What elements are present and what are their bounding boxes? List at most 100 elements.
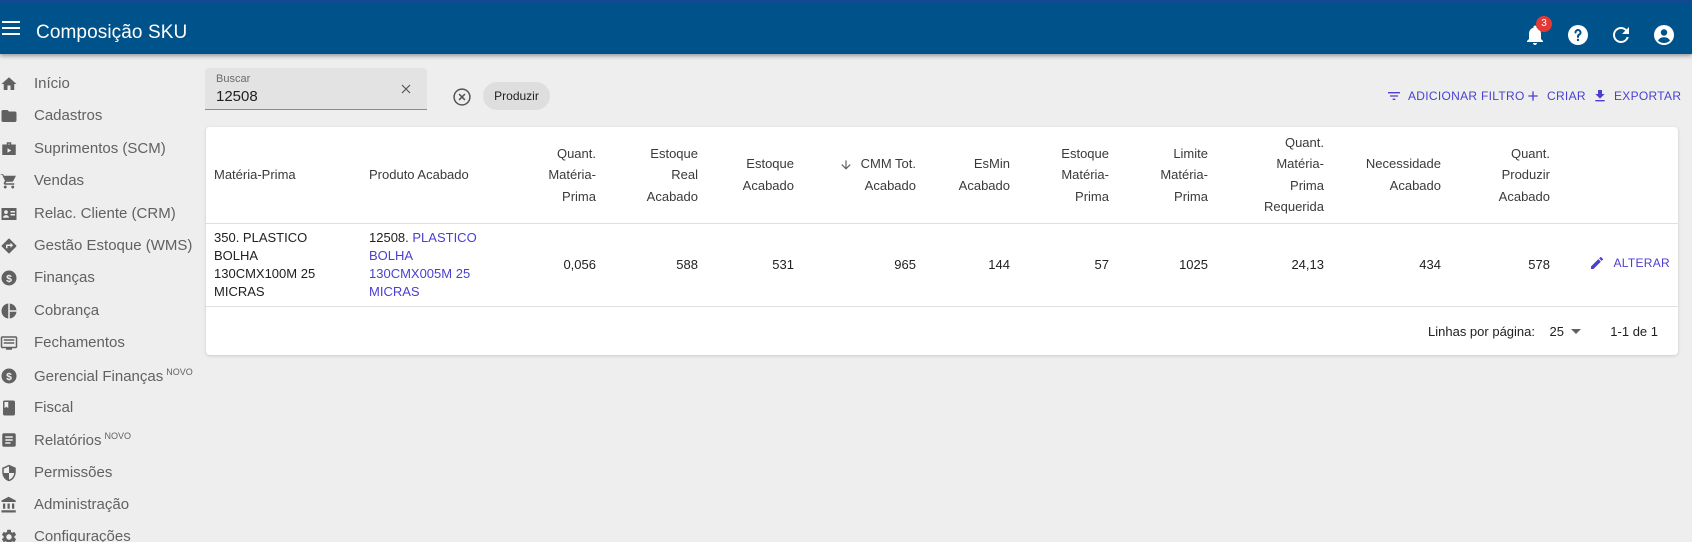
cell-line: MICRAS (214, 283, 265, 299)
dollar-icon: $ (1, 270, 17, 286)
cell-line: BOLHA (214, 247, 259, 263)
header-line: CMM Tot. (860, 156, 916, 172)
col-materia-prima[interactable]: Matéria-Prima (206, 127, 361, 224)
sidebar-item-label: Vendas (34, 172, 85, 190)
add-filter-button[interactable]: ADICIONAR FILTRO (1386, 86, 1525, 106)
dollar-icon: $ (1, 368, 17, 384)
header-line: Acabado (1498, 188, 1550, 204)
header-line: Real (671, 167, 698, 182)
header-line: Quant. (556, 145, 596, 161)
header-line: Estoque (746, 156, 794, 172)
header-line: Produzir (1501, 167, 1550, 182)
header-line: Matéria- (548, 167, 596, 182)
header-line: Estoque (650, 145, 698, 161)
sidebar-item-fiscal[interactable]: Fiscal (0, 392, 200, 424)
produzir-chip[interactable]: Produzir (483, 82, 550, 110)
cell-estoque-real: 588 (604, 223, 706, 307)
sidebar-item-administracao[interactable]: Administração (0, 489, 200, 521)
data-table-card: Matéria-Prima Produto Acabado Quant. Mat… (206, 127, 1678, 355)
search-field[interactable]: Buscar (205, 68, 427, 110)
cell-actions: ALTERAR (1558, 223, 1678, 307)
link-line: 130CMX005M 25 (369, 265, 471, 281)
sidebar-item-label: Finanças (34, 269, 95, 287)
sidebar-item-label: Administração (34, 496, 130, 514)
sidebar-item-fechamentos[interactable]: Fechamentos (0, 327, 200, 359)
new-badge: NOVO (104, 431, 132, 442)
svg-text:$: $ (6, 370, 12, 382)
header-line: Quant. (1510, 145, 1550, 161)
header-line: Matéria- (1160, 167, 1208, 182)
help-icon[interactable] (1566, 23, 1590, 47)
menu-icon[interactable] (2, 21, 20, 35)
composition-table: Matéria-Prima Produto Acabado Quant. Mat… (206, 127, 1678, 307)
rows-per-page-label: Linhas por página: (1428, 324, 1535, 339)
sidebar-item-cobranca[interactable]: Cobrança (0, 295, 200, 327)
header-line: EsMin (973, 156, 1010, 172)
sidebar-item-label: Cobrança (34, 301, 100, 319)
bell-icon[interactable]: 3 (1523, 16, 1552, 47)
cell-estoque-mp: 57 (1018, 223, 1117, 307)
sidebar-item-label: Fiscal (34, 398, 74, 416)
col-estoque-real[interactable]: Estoque Real Acabado (604, 127, 706, 224)
col-necessidade[interactable]: Necessidade Acabado (1332, 127, 1449, 224)
report-icon (2, 433, 16, 448)
sidebar-item-gerencial-financas[interactable]: $ Gerencial Finanças NOVO (0, 360, 200, 392)
export-button[interactable]: EXPORTAR (1592, 86, 1681, 106)
svg-text:$: $ (6, 273, 12, 285)
cell-quant-mp: 0,056 (535, 223, 604, 307)
table-row[interactable]: 350. PLASTICO BOLHA 130CMX100M 25 MICRAS… (206, 223, 1678, 307)
link-line: PLASTICO (412, 229, 477, 245)
link-line: BOLHA (369, 247, 414, 263)
contact-card-icon (1, 207, 17, 220)
sidebar-item-suprimentos[interactable]: Suprimentos (SCM) (0, 133, 200, 165)
sidebar-item-vendas[interactable]: Vendas (0, 165, 200, 197)
cell-limite-mp: 1025 (1117, 223, 1216, 307)
directions-icon (1, 238, 17, 254)
download-icon (1595, 90, 1605, 102)
col-estoque-mp[interactable]: Estoque Matéria- Prima (1018, 127, 1117, 224)
folder-icon (1, 110, 17, 123)
product-code: 12508. (369, 229, 409, 245)
cell-necessidade: 434 (1332, 223, 1449, 307)
sidebar-item-crm[interactable]: Relac. Cliente (CRM) (0, 198, 200, 230)
create-button[interactable]: CRIAR (1525, 86, 1586, 106)
col-esmin[interactable]: EsMin Acabado (924, 127, 1018, 224)
account-icon[interactable] (1652, 23, 1676, 47)
refresh-icon[interactable] (1609, 23, 1633, 47)
rows-per-page-select[interactable]: 25 (1550, 324, 1581, 339)
sidebar-item-financas[interactable]: $ Finanças (0, 262, 200, 294)
book-icon (3, 400, 15, 416)
sidebar-item-permissoes[interactable]: Permissões (0, 457, 200, 489)
clear-filter-icon[interactable] (452, 87, 472, 107)
link-line: MICRAS (369, 283, 420, 299)
sidebar-item-wms[interactable]: Gestão Estoque (WMS) (0, 230, 200, 262)
sidebar-item-cadastros[interactable]: Cadastros (0, 100, 200, 132)
col-estoque-acabado[interactable]: Estoque Acabado (706, 127, 802, 224)
col-produto-acabado[interactable]: Produto Acabado (361, 127, 535, 224)
sidebar-item-relatorios[interactable]: Relatórios NOVO (0, 424, 200, 456)
arrow-down-icon[interactable] (839, 158, 853, 172)
search-label: Buscar (216, 73, 251, 85)
sidebar-item-configuracoes[interactable]: Configurações (0, 521, 200, 542)
plus-icon (1528, 91, 1538, 101)
search-input[interactable] (216, 88, 386, 105)
col-quant-mp[interactable]: Quant. Matéria- Prima (535, 127, 604, 224)
edit-button[interactable]: ALTERAR (1589, 254, 1670, 272)
sidebar-item-inicio[interactable]: Início (0, 68, 200, 100)
close-icon[interactable] (398, 81, 414, 97)
cell-line: 350. PLASTICO (214, 229, 308, 245)
cell-quant-produzir: 578 (1449, 223, 1558, 307)
col-limite-mp[interactable]: Limite Matéria- Prima (1117, 127, 1216, 224)
cell-quant-mp-requerida: 24,13 (1216, 223, 1332, 307)
create-label: CRIAR (1547, 89, 1586, 103)
rows-per-page-value: 25 (1549, 324, 1564, 339)
add-filter-label: ADICIONAR FILTRO (1408, 89, 1525, 103)
appbar-actions: 3 (1523, 16, 1676, 47)
col-cmm[interactable]: CMM Tot. Acabado (802, 127, 924, 224)
sidebar-item-label: Gerencial Finanças NOVO (34, 367, 193, 385)
col-quant-mp-requerida[interactable]: Quant. Matéria- Prima Requerida (1216, 127, 1332, 224)
col-quant-produzir[interactable]: Quant. Produzir Acabado (1449, 127, 1558, 224)
cell-esmin: 144 (924, 223, 1018, 307)
sidebar-item-text: Relatórios (34, 432, 102, 450)
home-icon (1, 77, 17, 90)
